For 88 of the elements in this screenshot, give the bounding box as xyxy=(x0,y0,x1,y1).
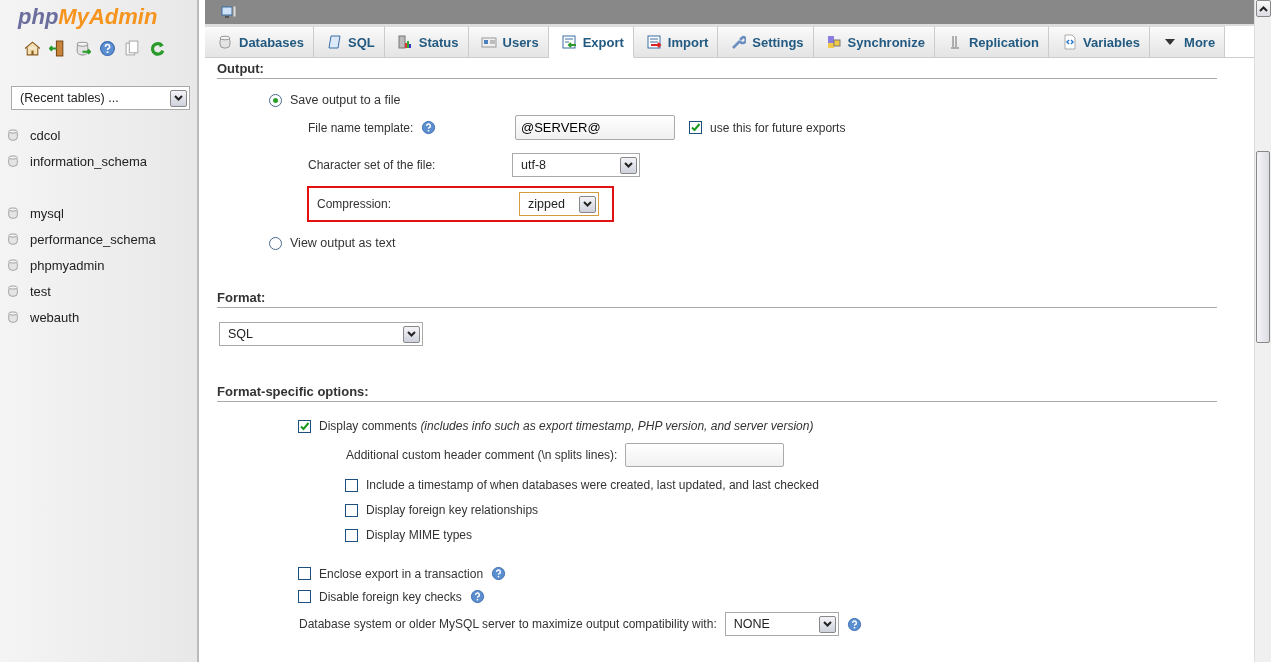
field-label: File name template: xyxy=(308,120,414,135)
logo: phpMyAdmin xyxy=(16,4,158,30)
database-link[interactable]: cdcol xyxy=(30,127,61,143)
checkbox[interactable] xyxy=(298,590,311,603)
option-label: Save output to a file xyxy=(290,93,401,107)
checkbox[interactable] xyxy=(298,567,311,580)
section-heading: Output: xyxy=(217,61,1217,79)
header-comment-input[interactable] xyxy=(625,443,785,467)
dropdown-button[interactable] xyxy=(170,89,187,107)
compression-select[interactable]: zipped xyxy=(519,192,599,216)
charset-select[interactable]: utf-8 xyxy=(512,153,640,177)
scroll-up-button[interactable] xyxy=(1255,0,1271,17)
database-icon xyxy=(6,284,20,298)
id-card-icon xyxy=(480,34,497,50)
chevron-down-icon xyxy=(174,95,183,101)
file-name-input[interactable]: @SERVER@ xyxy=(515,115,675,140)
tab[interactable]: Variables xyxy=(1048,26,1151,57)
database-icon xyxy=(6,128,20,142)
checkbox[interactable] xyxy=(298,419,311,433)
field-label: Compression: xyxy=(317,197,393,211)
chevron-up-icon xyxy=(1258,5,1268,12)
option-label: Include a timestamp of when databases were created, last updated, and last checked xyxy=(366,478,819,492)
radio-button[interactable] xyxy=(269,236,282,250)
database-icon xyxy=(6,154,20,168)
format-select[interactable]: SQL xyxy=(219,322,423,346)
dropdown-button[interactable] xyxy=(818,615,836,633)
scroll-icon xyxy=(326,34,343,50)
help-icon xyxy=(421,120,437,135)
wrench-icon xyxy=(730,34,747,50)
field-label: Additional custom header comment (\n splits lines): xyxy=(346,448,618,462)
compatibility-select[interactable]: NONE xyxy=(724,612,839,636)
tab[interactable]: Synchronize xyxy=(813,26,935,57)
computer-icon xyxy=(221,4,237,20)
door-exit-icon[interactable] xyxy=(49,40,66,57)
database-link[interactable]: test xyxy=(30,283,51,299)
recent-tables-select[interactable]: (Recent tables) ... xyxy=(11,86,190,110)
database-icon xyxy=(217,34,233,50)
help-icon xyxy=(491,566,507,581)
checkbox[interactable] xyxy=(345,528,358,542)
checkbox[interactable] xyxy=(345,503,358,517)
option-label: Display foreign key relationships xyxy=(366,503,539,517)
option-label: Disable foreign key checks xyxy=(319,589,462,604)
home-icon[interactable] xyxy=(24,40,41,57)
dropdown-button[interactable] xyxy=(403,325,420,343)
tab[interactable]: Databases xyxy=(205,26,315,57)
chevron-down-icon xyxy=(624,162,633,168)
database-icon xyxy=(6,258,20,272)
scroll-thumb[interactable] xyxy=(1256,151,1270,343)
blocks-icon xyxy=(825,34,842,50)
database-link[interactable]: information_schema xyxy=(30,153,148,169)
option-label: View output as text xyxy=(290,236,396,250)
checkbox[interactable] xyxy=(689,121,702,134)
tab[interactable]: More xyxy=(1150,26,1226,57)
chevron-down-icon xyxy=(822,621,832,627)
help-icon xyxy=(469,589,485,604)
checkbox[interactable] xyxy=(345,478,358,492)
database-icon xyxy=(6,206,20,220)
tab[interactable]: Users xyxy=(468,26,549,57)
section-heading: Format: xyxy=(217,290,1217,308)
option-label: Enclose export in a transaction xyxy=(319,566,484,581)
section-heading: Format-specific options: xyxy=(217,384,1217,402)
tab[interactable]: Replication xyxy=(934,26,1049,57)
database-icon xyxy=(6,232,20,246)
field-label: Database system or older MySQL server to maximize output compatibility with: xyxy=(299,617,717,631)
help-icon[interactable] xyxy=(99,40,116,57)
chevron-down-icon xyxy=(583,201,592,207)
scrollbar[interactable] xyxy=(1254,0,1271,662)
reload-icon[interactable] xyxy=(149,40,166,57)
dropdown-button[interactable] xyxy=(620,156,637,174)
help-icon xyxy=(846,616,862,632)
database-link[interactable]: performance_schema xyxy=(30,231,156,247)
database-icon xyxy=(6,310,20,324)
chevron-down-icon xyxy=(407,331,416,337)
field-label: Character set of the file: xyxy=(308,158,437,172)
tab[interactable]: Import xyxy=(633,26,719,57)
tab[interactable]: Settings xyxy=(718,26,814,57)
database-link[interactable]: webauth xyxy=(30,309,80,325)
bar-chart-icon xyxy=(396,34,413,50)
database-link[interactable]: phpmyadmin xyxy=(30,257,105,273)
database-link[interactable]: mysql xyxy=(30,205,64,221)
option-label: use this for future exports xyxy=(710,120,846,135)
option-label: Display MIME types xyxy=(366,528,473,542)
option-label: Display comments (includes info such as export timestamp, PHP version, and server version) xyxy=(319,419,814,433)
tab[interactable]: Export xyxy=(548,26,634,58)
dropdown-button[interactable] xyxy=(579,195,596,213)
tab[interactable]: Status xyxy=(384,26,469,57)
tab[interactable]: SQL xyxy=(314,26,385,57)
radio-button[interactable] xyxy=(269,93,282,107)
